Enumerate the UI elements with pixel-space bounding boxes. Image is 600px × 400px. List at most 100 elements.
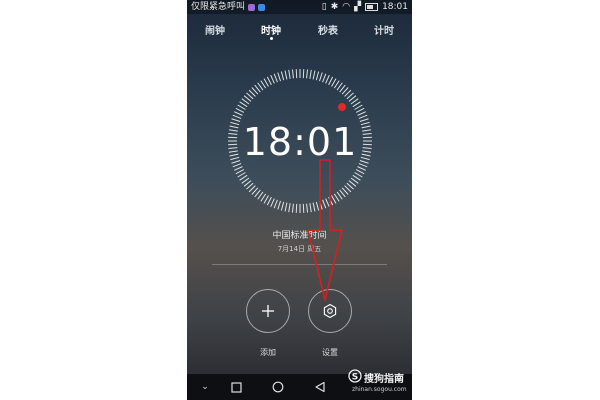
- timezone-label: 中国标准时间: [272, 231, 327, 241]
- dial-tick: [312, 202, 316, 212]
- back-button[interactable]: [311, 374, 329, 400]
- dial-tick: [309, 69, 312, 79]
- watermark-url: zhinan.sogou.com: [352, 386, 407, 393]
- dial-tick: [355, 169, 365, 175]
- dial-tick: [235, 107, 245, 113]
- date-label: 7月14日 周五: [277, 245, 322, 253]
- dial-tick: [322, 199, 327, 209]
- sogou-logo-icon: S: [348, 369, 362, 383]
- dial-tick: [312, 70, 316, 80]
- dial-tick: [354, 104, 363, 110]
- watermark-text: 搜狗指南: [364, 374, 404, 385]
- dial-tick: [273, 199, 278, 209]
- gear-icon: [323, 303, 337, 319]
- dial-tick: [306, 203, 309, 213]
- dial-tick: [309, 203, 312, 213]
- tab-label: 计时: [374, 26, 394, 37]
- seconds-indicator-dot: [338, 103, 346, 111]
- wifi-icon: ◠: [342, 2, 351, 12]
- status-right: ▯ ✱ ◠ ▞ 18:01: [322, 0, 408, 14]
- status-left: 仅限紧急呼叫: [191, 0, 266, 14]
- chevron-down-icon[interactable]: ⌄: [197, 374, 213, 400]
- dial-tick: [291, 69, 294, 79]
- dial-tick: [306, 69, 309, 79]
- notification-app-icon: [248, 3, 256, 11]
- dial-tick: [288, 203, 291, 213]
- dial-tick: [333, 193, 340, 202]
- dial-tick: [333, 80, 340, 89]
- tab-clock[interactable]: 时钟: [251, 22, 291, 40]
- plus-icon: [262, 305, 274, 317]
- dial-tick: [273, 73, 278, 83]
- dial-tick: [266, 196, 272, 206]
- dial-tick: [263, 78, 269, 87]
- dial-tick: [315, 201, 320, 211]
- dial-tick: [234, 166, 243, 171]
- dial-tick: [277, 72, 282, 82]
- bluetooth-icon: ✱: [330, 2, 339, 12]
- dial-tick: [354, 172, 363, 178]
- dial-tick: [357, 111, 366, 116]
- vibrate-icon: ▯: [321, 2, 327, 12]
- dial-tick: [358, 163, 368, 168]
- dial-tick: [235, 169, 245, 175]
- dial-tick: [260, 193, 267, 202]
- tab-stopwatch[interactable]: 秒表: [308, 22, 348, 37]
- dial-tick: [325, 198, 330, 207]
- dial-tick: [232, 114, 242, 119]
- dial-tick: [239, 101, 248, 108]
- dial-tick: [237, 104, 246, 110]
- dial-tick: [318, 200, 323, 210]
- dial-tick: [288, 69, 291, 79]
- dial-tick: [322, 73, 327, 83]
- back-triangle-icon: [315, 381, 325, 393]
- tab-timer[interactable]: 计时: [364, 22, 404, 37]
- dial-tick: [331, 78, 337, 87]
- settings-button[interactable]: [308, 289, 352, 333]
- dial-tick: [239, 174, 248, 181]
- dial-tick: [315, 71, 320, 81]
- dial-tick: [266, 76, 272, 86]
- recent-apps-button[interactable]: [227, 374, 245, 400]
- dial-tick: [328, 76, 334, 86]
- dial-tick: [280, 201, 285, 211]
- svg-text:S: S: [352, 373, 358, 383]
- dial-tick: [270, 198, 275, 207]
- dial-tick: [260, 80, 267, 89]
- dial-tick: [232, 163, 242, 168]
- circle-icon: [272, 381, 284, 393]
- tab-alarm[interactable]: 闹钟: [195, 22, 235, 37]
- dial-tick: [357, 166, 366, 171]
- status-time: 18:01: [382, 2, 408, 12]
- dial-tick: [277, 200, 282, 210]
- home-button[interactable]: [269, 374, 287, 400]
- add-button[interactable]: [246, 289, 290, 333]
- tab-bar: 闹钟 时钟 秒表 计时: [187, 22, 412, 42]
- settings-label: 设置: [322, 348, 338, 357]
- dial-tick: [318, 72, 323, 82]
- tab-label: 时钟: [261, 26, 281, 37]
- battery-icon: [365, 3, 379, 11]
- dial-tick: [358, 114, 368, 119]
- divider: [212, 264, 387, 265]
- dial-tick: [284, 202, 288, 212]
- tab-label: 秒表: [318, 26, 338, 37]
- phone-screen: 仅限紧急呼叫 ▯ ✱ ◠ ▞ 18:01 闹钟 时钟 秒表 计时 18:01 中…: [187, 0, 412, 400]
- notification-app-icon: [258, 3, 266, 11]
- dial-tick: [352, 174, 361, 181]
- dial-tick: [237, 172, 246, 178]
- dial-tick: [325, 75, 330, 84]
- dial-tick: [284, 70, 288, 80]
- carrier-text: 仅限紧急呼叫: [191, 2, 246, 12]
- sogou-watermark: S 搜狗指南 zhinan.sogou.com: [348, 368, 408, 398]
- tab-label: 闹钟: [205, 26, 225, 37]
- dial-tick: [270, 75, 275, 84]
- dial-tick: [291, 203, 294, 213]
- dial-tick: [331, 195, 337, 204]
- clock-time: 18:01: [242, 120, 358, 164]
- square-icon: [230, 381, 242, 393]
- signal-icon: ▞: [354, 2, 362, 12]
- dial-tick: [328, 196, 334, 206]
- status-bar: 仅限紧急呼叫 ▯ ✱ ◠ ▞ 18:01: [187, 0, 412, 14]
- dial-tick: [280, 71, 285, 81]
